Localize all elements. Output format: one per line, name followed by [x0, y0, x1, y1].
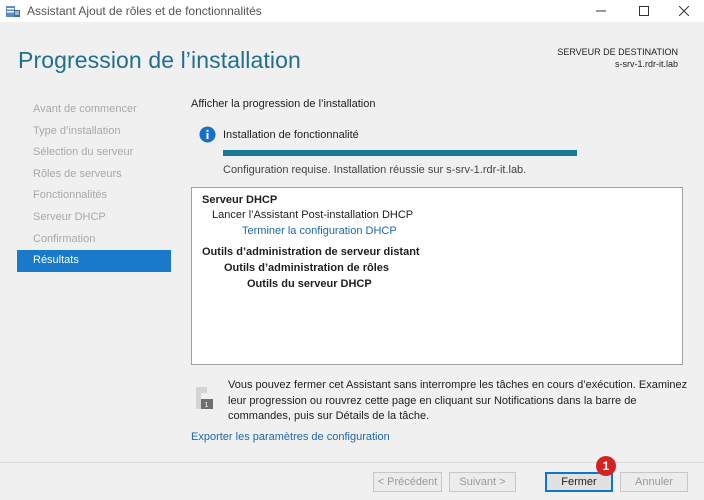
wizard-header: Progression de l’installation SERVEUR DE… [0, 22, 704, 96]
minimize-icon [596, 10, 606, 12]
result-dhcp-tools: Outils du serveur DHCP [247, 278, 372, 290]
page-title: Progression de l’installation [18, 47, 301, 73]
step-before-you-begin: Avant de commencer [33, 103, 137, 115]
step-server-selection: Sélection du serveur [33, 146, 134, 159]
next-button[interactable]: Suivant > [449, 472, 516, 492]
close-icon [679, 6, 689, 16]
maximize-icon [639, 6, 649, 16]
window-title: Assistant Ajout de rôles et de fonctionn… [27, 4, 262, 18]
destination-server-name: s-srv-1.rdr-it.lab [614, 59, 678, 69]
step-server-roles: Rôles de serveurs [33, 167, 122, 180]
complete-dhcp-configuration-link[interactable]: Terminer la configuration DHCP [242, 225, 397, 237]
installation-status-title: Installation de fonctionnalité [223, 129, 359, 141]
step-dhcp-server: Serveur DHCP [33, 210, 106, 223]
results-list[interactable]: Serveur DHCP Lancer l’Assistant Post-ins… [191, 187, 683, 365]
server-manager-icon [6, 6, 20, 17]
info-icon [199, 126, 216, 143]
result-dhcp-title: Serveur DHCP [202, 194, 278, 206]
wizard-steps: Avant de commencer Type d’installation S… [17, 99, 171, 272]
maximize-button[interactable] [621, 0, 667, 22]
svg-text:1: 1 [205, 402, 209, 409]
minimize-button[interactable] [578, 0, 624, 22]
progress-fill [223, 150, 577, 156]
result-rsat-title: Outils d’administration de serveur dista… [202, 246, 420, 258]
step-confirmation: Confirmation [33, 232, 96, 245]
step-installation-type: Type d’installation [33, 124, 121, 137]
result-dhcp-launch: Lancer l’Assistant Post-installation DHC… [212, 209, 414, 221]
previous-button[interactable]: < Précédent [373, 472, 442, 492]
title-bar: Assistant Ajout de rôles et de fonctionn… [0, 0, 704, 22]
step-features: Fonctionnalités [33, 189, 107, 202]
destination-server-label: SERVEUR DE DESTINATION [557, 47, 678, 57]
export-configuration-link[interactable]: Exporter les paramètres de configuration [191, 431, 390, 443]
cancel-button[interactable]: Annuler [620, 472, 688, 492]
step-results[interactable]: Résultats [17, 250, 171, 272]
notice-text: Vous pouvez fermer cet Assistant sans in… [228, 379, 688, 422]
section-label: Afficher la progression de l’installatio… [191, 98, 376, 110]
result-role-tools: Outils d’administration de rôles [224, 262, 390, 274]
notification-flag-icon: 1 [196, 387, 213, 409]
installation-progress-bar [223, 150, 577, 156]
close-window-button[interactable] [664, 0, 704, 22]
wizard-window: Assistant Ajout de rôles et de fonctionn… [0, 0, 704, 500]
installation-status-text: Configuration requise. Installation réus… [223, 164, 527, 176]
callout-badge: 1 [596, 456, 616, 476]
